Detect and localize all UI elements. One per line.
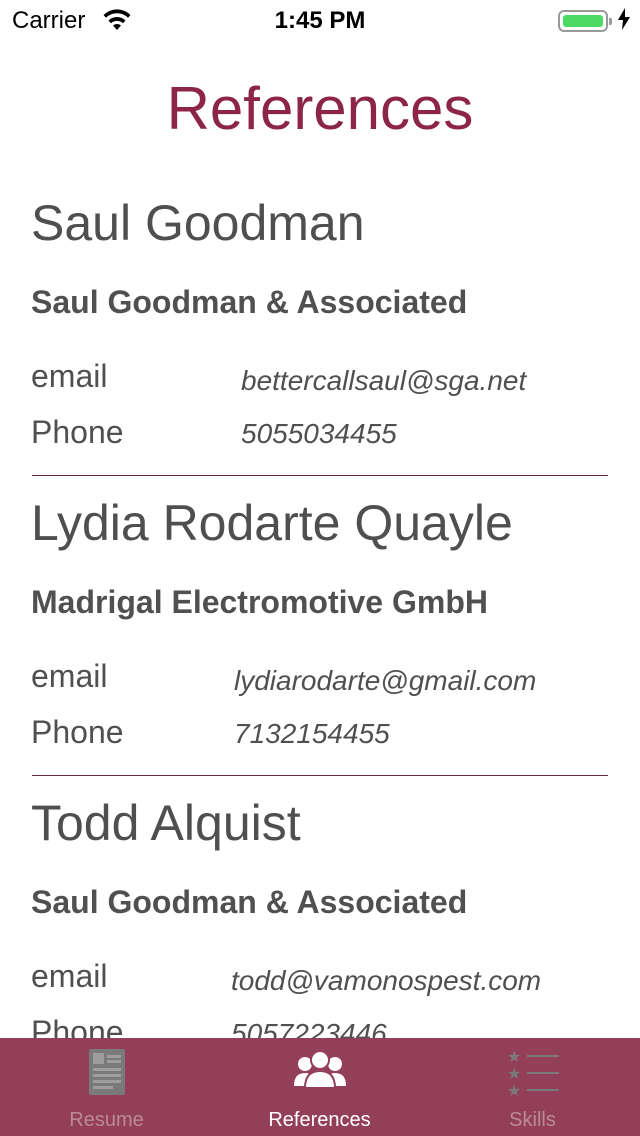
email-value[interactable]: bettercallsaul@sga.net (241, 365, 526, 397)
references-list[interactable]: Saul Goodman Saul Goodman & Associated e… (0, 180, 640, 1080)
document-icon (88, 1048, 126, 1101)
phone-label: Phone (31, 714, 124, 750)
email-label: email (31, 358, 108, 394)
tab-label: References (268, 1109, 371, 1131)
phone-value[interactable]: 5055034455 (241, 418, 397, 450)
svg-text:★: ★ (507, 1081, 521, 1096)
reference-name: Lydia Rodarte Quayle (31, 495, 513, 551)
reference-item: Todd Alquist Saul Goodman & Associated e… (0, 780, 640, 1080)
tab-label: Resume (69, 1109, 144, 1131)
email-value[interactable]: todd@vamonospest.com (231, 965, 541, 997)
tab-label: Skills (509, 1109, 556, 1131)
tab-bar: Resume References ★ ★ ★ Skills (0, 1038, 640, 1136)
reference-company: Madrigal Electromotive GmbH (31, 584, 488, 620)
divider (32, 775, 608, 776)
tab-skills[interactable]: ★ ★ ★ Skills (426, 1038, 639, 1136)
phone-value[interactable]: 7132154455 (234, 718, 390, 750)
star-list-icon: ★ ★ ★ (507, 1047, 559, 1101)
battery-level (563, 15, 603, 27)
reference-company: Saul Goodman & Associated (31, 884, 468, 920)
email-value[interactable]: lydiarodarte@gmail.com (234, 665, 536, 697)
email-label: email (31, 658, 108, 694)
reference-company: Saul Goodman & Associated (31, 284, 468, 320)
divider (32, 475, 608, 476)
reference-item: Lydia Rodarte Quayle Madrigal Electromot… (0, 480, 640, 780)
tab-references[interactable]: References (213, 1038, 426, 1136)
email-label: email (31, 958, 108, 994)
reference-name: Todd Alquist (31, 795, 301, 851)
tab-resume[interactable]: Resume (0, 1038, 213, 1136)
phone-label: Phone (31, 414, 124, 450)
status-bar: Carrier 1:45 PM (0, 0, 640, 40)
reference-name: Saul Goodman (31, 195, 365, 251)
battery-tip (609, 18, 612, 25)
battery-icon (558, 10, 612, 32)
charging-icon (618, 8, 630, 35)
clock: 1:45 PM (274, 7, 366, 34)
reference-item: Saul Goodman Saul Goodman & Associated e… (0, 180, 640, 480)
people-icon (293, 1048, 347, 1097)
page-title: References (166, 75, 474, 142)
